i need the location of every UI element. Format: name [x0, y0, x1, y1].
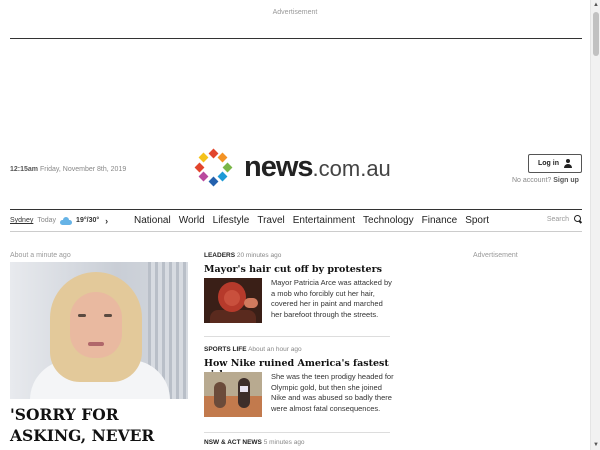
- logo-dot: [222, 162, 232, 172]
- weather-temps: 19°/30°: [76, 217, 100, 224]
- login-button[interactable]: Log in: [528, 154, 582, 173]
- weather-day: Today: [37, 217, 57, 224]
- scroll-thumb[interactable]: [593, 12, 599, 56]
- no-account-line: No account? Sign up: [512, 177, 579, 184]
- story-thumbnail[interactable]: [204, 278, 262, 323]
- story-blurb: Mayor Patricia Arce was attacked by a mo…: [271, 278, 392, 319]
- nav-link-lifestyle[interactable]: Lifestyle: [209, 215, 254, 226]
- story-time: About an hour ago: [248, 346, 302, 353]
- story-divider: [204, 432, 390, 433]
- logo-dot: [194, 162, 204, 172]
- top-divider: [10, 38, 582, 39]
- nav-link-travel[interactable]: Travel: [253, 215, 288, 226]
- search-button[interactable]: Search: [547, 215, 582, 223]
- nav-link-national[interactable]: National: [130, 215, 175, 226]
- nav-link-entertainment[interactable]: Entertainment: [289, 215, 359, 226]
- logo-dot: [217, 152, 228, 163]
- user-icon: [564, 159, 572, 168]
- logo-dot: [208, 148, 218, 158]
- story-time: 20 minutes ago: [236, 252, 282, 259]
- logo-dot: [198, 171, 209, 182]
- news-logo[interactable]: news.com.au: [194, 148, 396, 190]
- logo-dot: [217, 171, 228, 182]
- signup-link[interactable]: Sign up: [553, 177, 579, 184]
- story-category: LEADERS 20 minutes ago: [204, 252, 390, 259]
- story-divider: [204, 336, 390, 337]
- date-time: 12:15am Friday, November 8th, 2019: [10, 166, 126, 173]
- search-icon: [574, 215, 582, 223]
- main-nav: Sydney Today 19°/30° › National World Li…: [10, 209, 582, 232]
- nav-link-world[interactable]: World: [175, 215, 209, 226]
- logo-dot: [198, 152, 209, 163]
- top-ad-label: Advertisement: [272, 9, 318, 16]
- sidebar-ad-label: Advertisement: [473, 252, 518, 259]
- cloud-icon: [60, 216, 73, 225]
- logo-dot: [208, 176, 218, 186]
- story-blurb: She was the teen prodigy headed for Olym…: [271, 372, 394, 413]
- story-card[interactable]: NSW & ACT NEWS 5 minutes ago: [204, 439, 390, 446]
- scroll-up-arrow-icon[interactable]: ▲: [591, 0, 600, 10]
- story-card[interactable]: LEADERS 20 minutes ago Mayor's hair cut …: [204, 252, 392, 323]
- nav-links: National World Lifestyle Travel Entertai…: [130, 215, 493, 226]
- story-title[interactable]: Mayor's hair cut off by protesters: [204, 264, 390, 275]
- nav-link-sport[interactable]: Sport: [461, 215, 493, 226]
- login-label: Log in: [538, 160, 559, 167]
- nav-link-technology[interactable]: Technology: [359, 215, 418, 226]
- story-section[interactable]: SPORTS LIFE: [204, 346, 247, 353]
- weather-widget[interactable]: Sydney Today 19°/30° ›: [10, 216, 130, 226]
- story-category: SPORTS LIFE About an hour ago: [204, 346, 390, 353]
- story-section[interactable]: LEADERS: [204, 252, 235, 259]
- scrollbar[interactable]: ▲ ▼: [590, 0, 600, 450]
- story-time: 5 minutes ago: [263, 439, 305, 446]
- current-date: Friday, November 8th, 2019: [39, 166, 127, 173]
- lead-story-image[interactable]: [10, 262, 188, 399]
- story-card[interactable]: SPORTS LIFE About an hour ago How Nike r…: [204, 346, 394, 417]
- story-category: NSW & ACT NEWS 5 minutes ago: [204, 439, 390, 446]
- chevron-right-icon[interactable]: ›: [105, 216, 108, 226]
- lead-story-headline[interactable]: 'SORRY FOR ASKING, NEVER MIND': Today: [10, 404, 190, 450]
- logo-dots-icon: [194, 148, 236, 190]
- nav-link-finance[interactable]: Finance: [418, 215, 462, 226]
- search-label: Search: [546, 215, 569, 223]
- story-section[interactable]: NSW & ACT NEWS: [204, 439, 262, 446]
- weather-city[interactable]: Sydney: [10, 217, 33, 224]
- lead-story-time: About a minute ago: [10, 252, 71, 259]
- no-account-text: No account?: [512, 177, 552, 184]
- current-time: 12:15am: [10, 166, 39, 173]
- logo-wordmark: news.com.au: [244, 151, 391, 183]
- scroll-down-arrow-icon[interactable]: ▼: [591, 440, 600, 450]
- story-thumbnail[interactable]: [204, 372, 262, 417]
